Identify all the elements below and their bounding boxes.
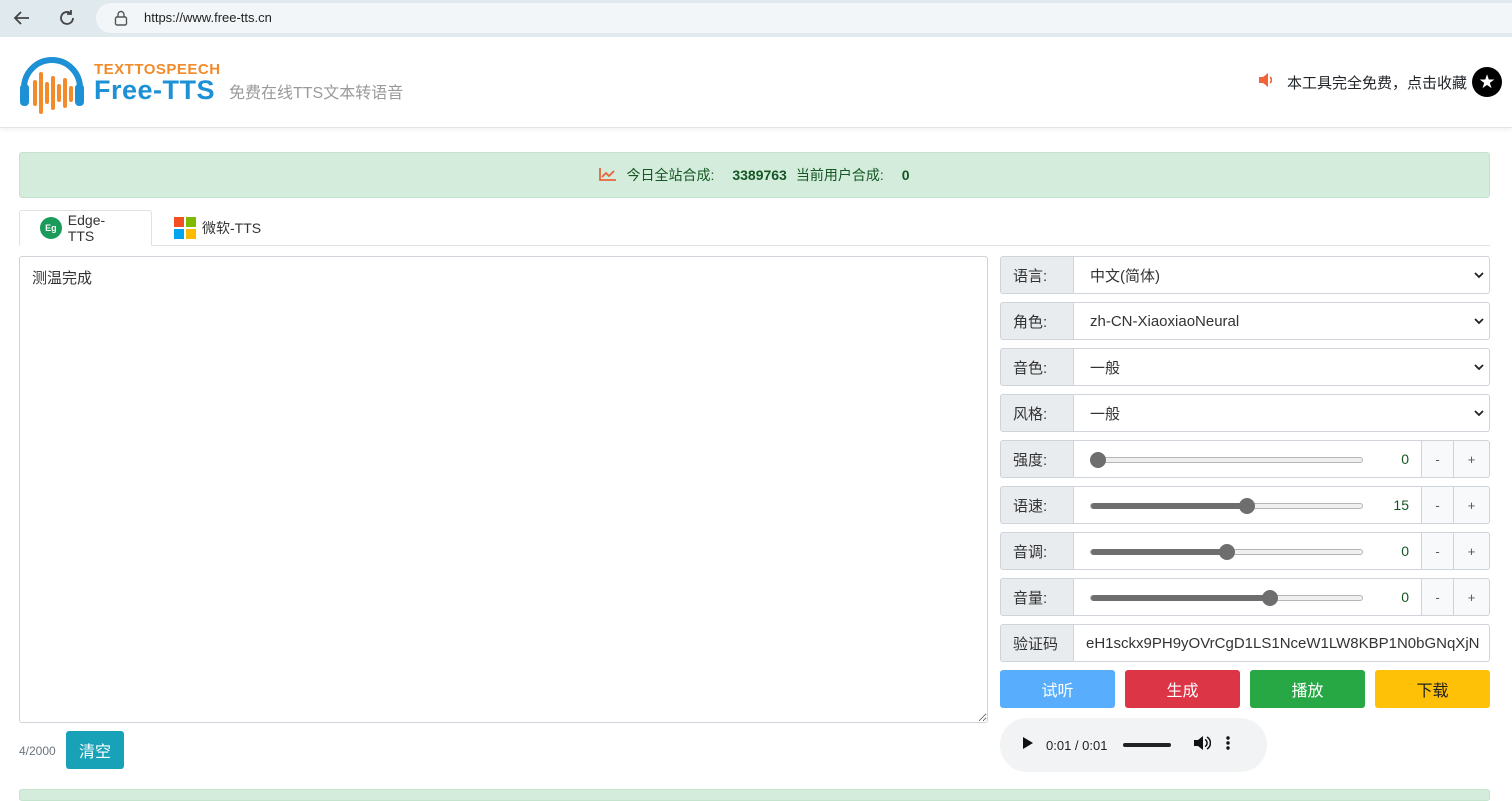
volume-row: 音量: 0 - +: [1000, 578, 1490, 616]
engine-tabs: Eg Edge-TTS 微软-TTS: [19, 210, 1490, 246]
style-value: 一般: [1090, 405, 1121, 423]
tab-microsoft-tts[interactable]: 微软-TTS: [154, 210, 281, 246]
preview-button[interactable]: 试听: [1000, 670, 1115, 708]
site-tagline: 免费在线TTS文本转语音: [229, 85, 404, 102]
edge-tts-icon: Eg: [40, 217, 62, 239]
timbre-value: 一般: [1090, 359, 1121, 377]
text-input[interactable]: [19, 256, 988, 723]
speed-row: 语速: 15 - +: [1000, 486, 1490, 524]
captcha-field[interactable]: eH1sckx9PH9yOVrCgD1LS1NceW1LW8KBP1N0bGNq…: [1074, 624, 1490, 662]
intensity-decrease-button[interactable]: -: [1422, 440, 1454, 478]
chevron-down-icon: [1473, 360, 1485, 377]
captcha-row: 验证码 eH1sckx9PH9yOVrCgD1LS1NceW1LW8KBP1N0…: [1000, 624, 1490, 662]
speed-slider-thumb[interactable]: [1238, 498, 1255, 514]
intensity-slider[interactable]: [1090, 457, 1363, 463]
generate-button[interactable]: 生成: [1125, 670, 1240, 708]
pitch-decrease-button[interactable]: -: [1422, 532, 1454, 570]
volume-slider[interactable]: [1090, 595, 1363, 601]
chevron-down-icon: [1473, 406, 1485, 423]
language-value: 中文(简体): [1090, 267, 1160, 285]
lock-icon[interactable]: [114, 10, 128, 31]
site-header: TEXTTOSPEECH Free-TTS 免费在线TTS文本转语音 本工具完全…: [0, 37, 1512, 128]
audio-time: 0:01 / 0:01: [1046, 737, 1108, 753]
chevron-down-icon: [1473, 268, 1485, 285]
tab-edge-tts[interactable]: Eg Edge-TTS: [19, 210, 152, 246]
logo-main-text[interactable]: Free-TTS: [94, 75, 215, 106]
speed-value: 15: [1393, 497, 1409, 513]
style-row: 风格: 一般: [1000, 394, 1490, 432]
timbre-row: 音色: 一般: [1000, 348, 1490, 386]
chevron-down-icon: [1473, 314, 1485, 331]
trend-chart-icon: [599, 167, 617, 184]
reload-icon[interactable]: [53, 4, 81, 32]
style-select[interactable]: 一般: [1074, 394, 1490, 432]
favorite-notice[interactable]: 本工具完全免费，点击收藏 ★: [1257, 67, 1502, 97]
volume-increase-button[interactable]: +: [1454, 578, 1490, 616]
voice-select[interactable]: zh-CN-XiaoxiaoNeural: [1074, 302, 1490, 340]
speed-increase-button[interactable]: +: [1454, 486, 1490, 524]
synthesis-stats-bar: 今日全站合成: 3389763 当前用户合成: 0: [19, 152, 1490, 198]
intensity-slider-cell: 0: [1074, 440, 1422, 478]
user-count: 0: [901, 167, 910, 183]
voice-label: 角色:: [1000, 302, 1074, 340]
language-label: 语言:: [1000, 256, 1074, 294]
speed-slider[interactable]: [1090, 503, 1363, 509]
footer-notice-bar: [19, 789, 1490, 801]
today-count: 3389763: [732, 167, 787, 183]
speed-slider-cell: 15: [1074, 486, 1422, 524]
intensity-increase-button[interactable]: +: [1454, 440, 1490, 478]
timbre-label: 音色:: [1000, 348, 1074, 386]
voice-value: zh-CN-XiaoxiaoNeural: [1090, 312, 1240, 330]
captcha-label: 验证码: [1000, 624, 1074, 662]
play-button[interactable]: 播放: [1250, 670, 1365, 708]
intensity-slider-thumb[interactable]: [1090, 452, 1107, 468]
pitch-increase-button[interactable]: +: [1454, 532, 1490, 570]
more-options-icon[interactable]: [1225, 735, 1231, 756]
today-count-label: 今日全站合成:: [626, 167, 715, 183]
url-text: https://www.free-tts.cn: [144, 10, 272, 25]
favorite-text: 本工具完全免费，点击收藏: [1286, 74, 1467, 92]
pitch-label: 音调:: [1000, 532, 1074, 570]
speed-decrease-button[interactable]: -: [1422, 486, 1454, 524]
volume-decrease-button[interactable]: -: [1422, 578, 1454, 616]
tab-label: Edge-TTS: [67, 212, 106, 244]
volume-icon[interactable]: [1193, 735, 1212, 756]
intensity-label: 强度:: [1000, 440, 1074, 478]
clear-button[interactable]: 清空: [66, 731, 124, 769]
headphones-logo-icon[interactable]: [18, 52, 86, 119]
voice-row: 角色: zh-CN-XiaoxiaoNeural: [1000, 302, 1490, 340]
volume-value: 0: [1401, 589, 1409, 605]
address-bar[interactable]: https://www.free-tts.cn: [96, 3, 1512, 33]
pitch-row: 音调: 0 - +: [1000, 532, 1490, 570]
pitch-slider-thumb[interactable]: [1218, 544, 1235, 560]
language-row: 语言: 中文(简体): [1000, 256, 1490, 294]
volume-label: 音量:: [1000, 578, 1074, 616]
star-icon[interactable]: ★: [1472, 67, 1502, 97]
user-count-label: 当前用户合成:: [795, 167, 884, 183]
volume-slider-thumb[interactable]: [1262, 590, 1279, 606]
pitch-value: 0: [1401, 543, 1409, 559]
char-counter: 4/2000: [19, 744, 56, 758]
back-arrow-icon[interactable]: [8, 4, 36, 32]
speed-label: 语速:: [1000, 486, 1074, 524]
intensity-value: 0: [1401, 451, 1409, 467]
intensity-row: 强度: 0 - +: [1000, 440, 1490, 478]
pitch-slider-cell: 0: [1074, 532, 1422, 570]
download-button[interactable]: 下载: [1375, 670, 1490, 708]
audio-player: 0:01 / 0:01: [1000, 718, 1267, 772]
play-icon[interactable]: [1020, 736, 1034, 755]
audio-progress-bar[interactable]: [1123, 743, 1172, 747]
browser-toolbar: https://www.free-tts.cn: [0, 0, 1512, 37]
timbre-select[interactable]: 一般: [1074, 348, 1490, 386]
style-label: 风格:: [1000, 394, 1074, 432]
speaker-icon: [1257, 72, 1275, 93]
tab-label: 微软-TTS: [202, 220, 262, 236]
language-select[interactable]: 中文(简体): [1074, 256, 1490, 294]
volume-slider-cell: 0: [1074, 578, 1422, 616]
microsoft-logo-icon: [174, 217, 196, 239]
